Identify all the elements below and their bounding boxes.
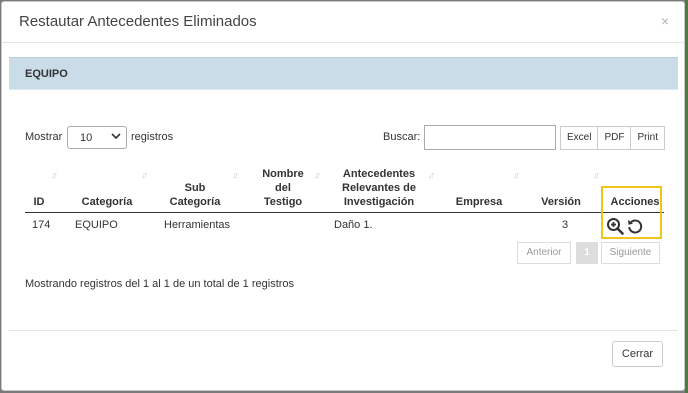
modal-header: Restautar Antecedentes Eliminados ×: [2, 2, 684, 43]
pagination-page-button[interactable]: 1: [576, 242, 598, 264]
column-header-label: Categoría: [169, 196, 221, 208]
modal-title: Restautar Antecedentes Eliminados: [19, 13, 257, 30]
column-header-label: Sub: [184, 182, 206, 194]
table-info: Mostrando registros del 1 al 1 de un tot…: [25, 278, 295, 290]
sort-icon: ↓↑: [513, 170, 520, 180]
cell-antecedentes: Daño 1.: [334, 219, 373, 231]
sort-icon: ↓↑: [232, 170, 239, 180]
column-header-label: Relevantes de: [342, 182, 416, 194]
cell-id: 174: [32, 219, 51, 231]
search-label: Buscar:: [383, 131, 421, 143]
page-length-value: 10: [80, 132, 93, 144]
column-header-sub-categoria[interactable]: ↓↑ Sub Categoría: [154, 163, 239, 209]
sort-icon: ↓↑: [314, 170, 321, 180]
pdf-button[interactable]: PDF: [598, 126, 632, 150]
zoom-in-icon[interactable]: [606, 217, 624, 235]
print-button[interactable]: Print: [631, 126, 666, 150]
show-label: Mostrar: [25, 131, 63, 143]
cell-sub-categoria: Herramientas: [164, 219, 231, 231]
panel-heading: EQUIPO: [9, 57, 678, 90]
close-icon[interactable]: ×: [661, 14, 669, 28]
cell-categoria: EQUIPO: [75, 219, 118, 231]
modal-footer-divider: [9, 330, 678, 331]
column-header-version[interactable]: ↓↑ Versión: [525, 163, 600, 209]
panel-title: EQUIPO: [25, 68, 68, 80]
column-header-empresa[interactable]: ↓↑ Empresa: [441, 163, 520, 209]
cell-version: 3: [562, 219, 569, 231]
column-header-label: Investigación: [343, 196, 415, 208]
column-header-label: Testigo: [263, 196, 303, 208]
pagination-next-button[interactable]: Siguiente: [601, 242, 660, 264]
table-header-divider: [25, 212, 664, 213]
column-header-nombre-testigo[interactable]: ↓↑ Nombre del Testigo: [248, 163, 321, 209]
column-header-label: Nombre: [262, 168, 304, 180]
excel-button[interactable]: Excel: [560, 126, 599, 150]
column-header-id[interactable]: ↓↑ ID: [25, 163, 59, 209]
chevron-down-icon: [111, 131, 121, 143]
page-length-select[interactable]: 10: [67, 126, 127, 149]
records-label: registros: [131, 131, 174, 143]
sort-icon: ↓↑: [51, 170, 58, 180]
restore-icon[interactable]: [626, 217, 644, 235]
column-header-label: Antecedentes: [342, 168, 416, 180]
column-header-label: Empresa: [455, 196, 503, 208]
sort-icon: ↓↑: [593, 170, 600, 180]
close-button[interactable]: Cerrar: [612, 341, 663, 367]
column-header-label: Versión: [541, 196, 581, 208]
column-header-categoria[interactable]: ↓↑ Categoría: [69, 163, 148, 209]
export-button-group: Excel PDF Print: [560, 126, 666, 150]
sort-icon: ↓↑: [141, 170, 148, 180]
column-header-label: ID: [33, 196, 45, 208]
column-header-antecedentes[interactable]: ↓↑ Antecedentes Relevantes de Investigac…: [327, 163, 435, 209]
pagination-previous-button[interactable]: Anterior: [517, 242, 571, 264]
column-header-label: del: [275, 182, 291, 194]
search-input[interactable]: [424, 125, 556, 150]
sort-icon: ↓↑: [428, 170, 435, 180]
column-header-label: Categoría: [81, 196, 133, 208]
